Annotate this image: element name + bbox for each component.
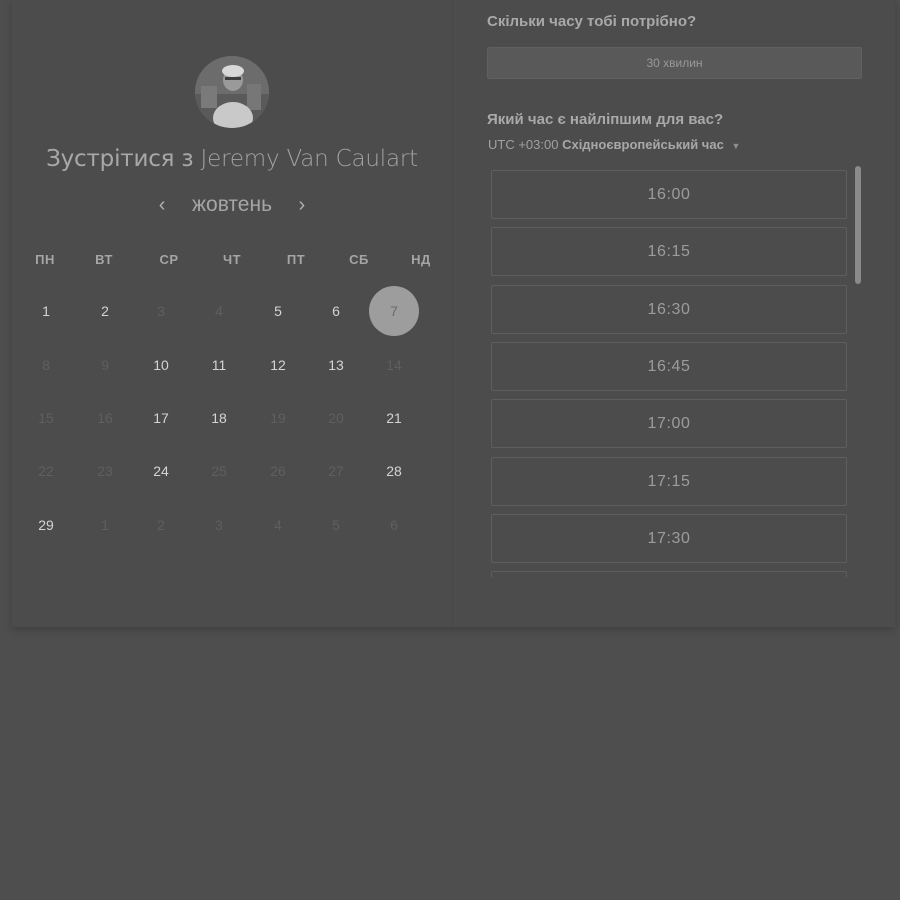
- host-avatar: [195, 56, 269, 128]
- timezone-selector[interactable]: UTC +03:00 Східноєвропейський час ▼: [488, 137, 740, 152]
- scrollbar-thumb[interactable]: [855, 166, 861, 284]
- meeting-title-prefix: Зустрітися з: [46, 146, 194, 172]
- weekday-label: СР: [159, 252, 179, 267]
- calendar-day[interactable]: 29: [21, 500, 71, 550]
- calendar-day: 19: [270, 410, 286, 426]
- booking-card: Зустрітися з Jeremy Van Caulart ‹ жовтен…: [12, 0, 895, 627]
- month-label: жовтень: [191, 193, 273, 216]
- chevron-right-icon[interactable]: ›: [292, 193, 312, 217]
- calendar-day: 1: [101, 517, 109, 533]
- time-slot-button[interactable]: 17:45: [491, 571, 847, 577]
- time-slot-button[interactable]: 16:15: [491, 227, 847, 277]
- weekday-header-row: ПН ВТ СР ЧТ ПТ СБ НД: [12, 252, 452, 268]
- meeting-title: Зустрітися з Jeremy Van Caulart: [12, 146, 452, 172]
- calendar-day: 23: [97, 463, 113, 479]
- time-slot-button[interactable]: 16:45: [491, 341, 847, 391]
- calendar-day[interactable]: 6: [311, 286, 361, 336]
- calendar-day[interactable]: 28: [369, 446, 419, 496]
- time-question: Який час є найліпшим для вас?: [487, 111, 724, 128]
- calendar-day: 27: [328, 463, 344, 479]
- calendar-day: 3: [157, 303, 165, 319]
- timezone-name: Східноєвропейський час: [562, 137, 724, 152]
- calendar-day: 8: [42, 357, 50, 373]
- calendar-day: 14: [386, 357, 402, 373]
- calendar-day[interactable]: 5: [253, 286, 303, 336]
- calendar-day[interactable]: 21: [369, 393, 419, 443]
- time-slot-button[interactable]: 16:30: [491, 284, 847, 334]
- calendar-day: 20: [328, 410, 344, 426]
- weekday-label: СБ: [349, 252, 369, 267]
- calendar-day: 6: [390, 517, 398, 533]
- calendar-day[interactable]: 1: [21, 286, 71, 336]
- calendar-panel: Зустрітися з Jeremy Van Caulart ‹ жовтен…: [12, 0, 453, 627]
- host-photo-image: [195, 56, 269, 128]
- caret-down-icon: ▼: [731, 141, 741, 151]
- time-slot-button[interactable]: 17:15: [491, 456, 847, 506]
- weekday-label: ВТ: [95, 252, 113, 267]
- calendar-day[interactable]: 11: [194, 340, 244, 390]
- calendar-day[interactable]: 12: [253, 340, 303, 390]
- duration-select[interactable]: 30 хвилин: [487, 47, 862, 79]
- timezone-offset: UTC +03:00: [488, 137, 559, 152]
- time-panel: Скільки часу тобі потрібно? 30 хвилин Як…: [453, 0, 895, 627]
- calendar-day[interactable]: 13: [311, 340, 361, 390]
- weekday-label: ЧТ: [222, 252, 242, 267]
- weekday-label: НД: [411, 252, 431, 267]
- calendar-day: 4: [274, 517, 282, 533]
- month-navigation: ‹ жовтень ›: [12, 193, 452, 219]
- calendar-day: 15: [38, 410, 54, 426]
- weekday-label: ПН: [35, 252, 55, 267]
- calendar-day: 2: [157, 517, 165, 533]
- time-slot-scrollbar[interactable]: [855, 166, 861, 576]
- calendar-day[interactable]: 2: [80, 286, 130, 336]
- host-name: Jeremy Van Caulart: [200, 146, 419, 172]
- calendar-day: 9: [101, 357, 109, 373]
- calendar-day: 5: [332, 517, 340, 533]
- calendar-day: 4: [215, 303, 223, 319]
- calendar-day: 16: [97, 410, 113, 426]
- weekday-label: ПТ: [286, 252, 306, 267]
- calendar-day[interactable]: 18: [194, 393, 244, 443]
- time-slot-list: 16:00 16:15 16:30 16:45 17:00 17:15 17:30 17:45: [491, 170, 847, 577]
- chevron-left-icon[interactable]: ‹: [152, 193, 172, 217]
- duration-question: Скільки часу тобі потрібно?: [487, 13, 697, 30]
- time-slot-button[interactable]: 17:30: [491, 513, 847, 563]
- calendar-day[interactable]: 10: [136, 340, 186, 390]
- time-slot-button[interactable]: 17:00: [491, 399, 847, 449]
- calendar-day[interactable]: 24: [136, 446, 186, 496]
- calendar-day: 22: [38, 463, 54, 479]
- calendar-day: 26: [270, 463, 286, 479]
- calendar-day-selected[interactable]: 7: [369, 286, 419, 336]
- calendar-day: 3: [215, 517, 223, 533]
- calendar-day: 25: [211, 463, 227, 479]
- time-slot-button[interactable]: 16:00: [491, 170, 847, 219]
- calendar-day[interactable]: 17: [136, 393, 186, 443]
